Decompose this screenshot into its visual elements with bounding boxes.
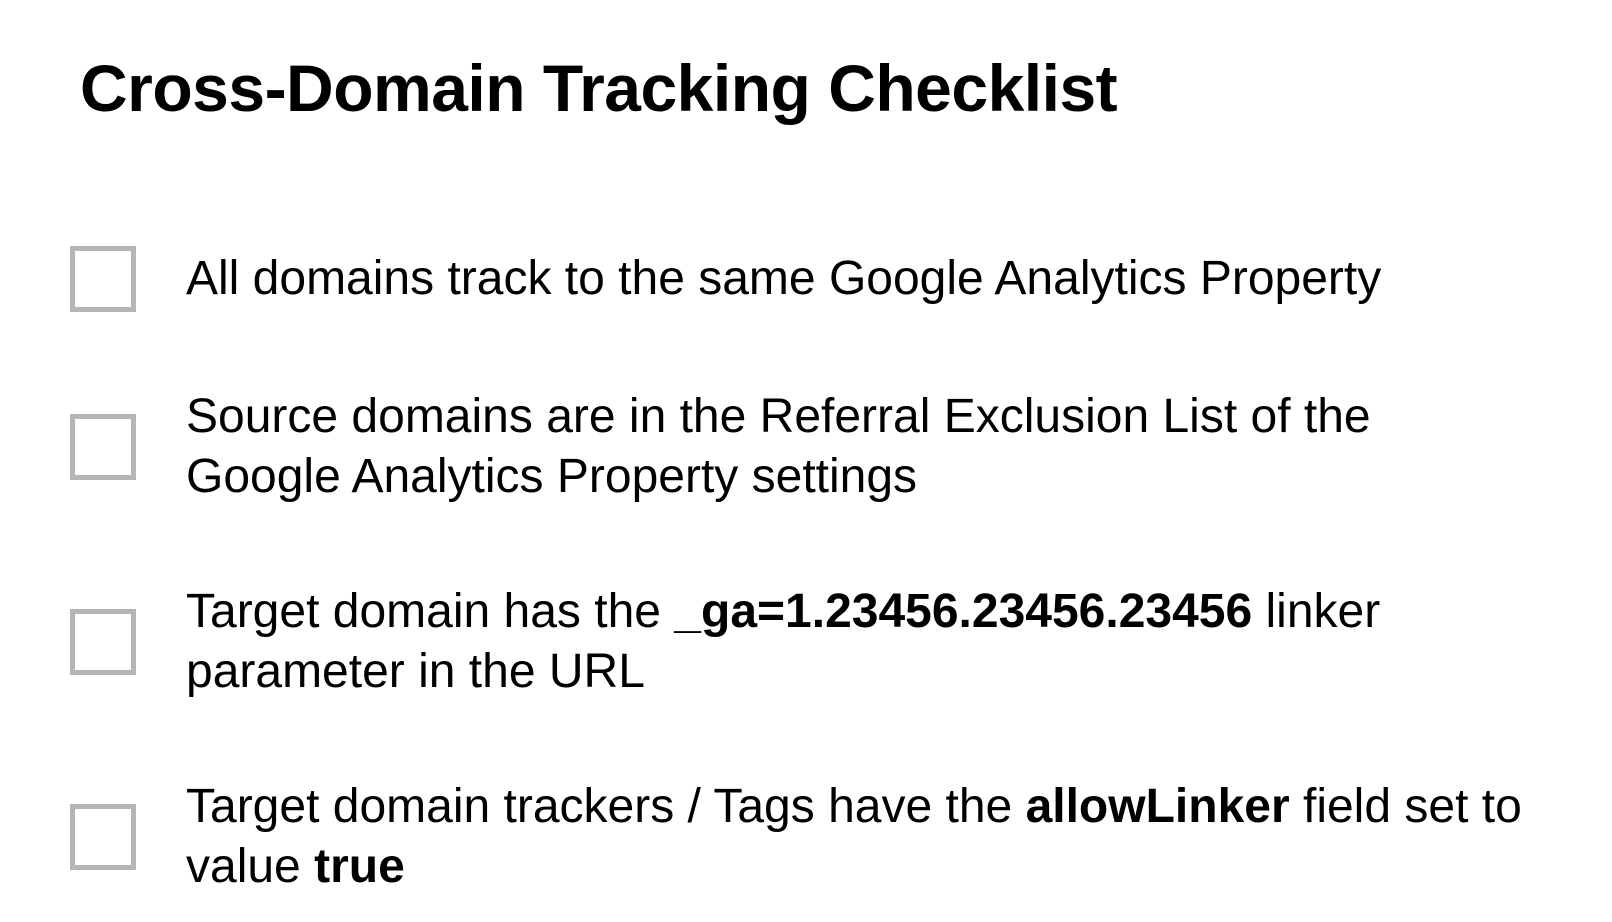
checkbox-icon[interactable] [70, 246, 136, 312]
checklist: All domains track to the same Google Ana… [80, 246, 1532, 897]
page-title: Cross-Domain Tracking Checklist [80, 50, 1532, 126]
checklist-item-label: Target domain trackers / Tags have the a… [186, 777, 1532, 897]
checklist-item: Source domains are in the Referral Exclu… [80, 387, 1532, 507]
checklist-item-label: Target domain has the _ga=1.23456.23456.… [186, 582, 1532, 702]
checklist-item-label: All domains track to the same Google Ana… [186, 249, 1381, 309]
checklist-item: Target domain has the _ga=1.23456.23456.… [80, 582, 1532, 702]
checkbox-icon[interactable] [70, 804, 136, 870]
checkbox-icon[interactable] [70, 414, 136, 480]
checklist-item: All domains track to the same Google Ana… [80, 246, 1532, 312]
checklist-item-label: Source domains are in the Referral Exclu… [186, 387, 1532, 507]
document-page: Cross-Domain Tracking Checklist All doma… [0, 0, 1612, 897]
checklist-item: Target domain trackers / Tags have the a… [80, 777, 1532, 897]
checkbox-icon[interactable] [70, 609, 136, 675]
